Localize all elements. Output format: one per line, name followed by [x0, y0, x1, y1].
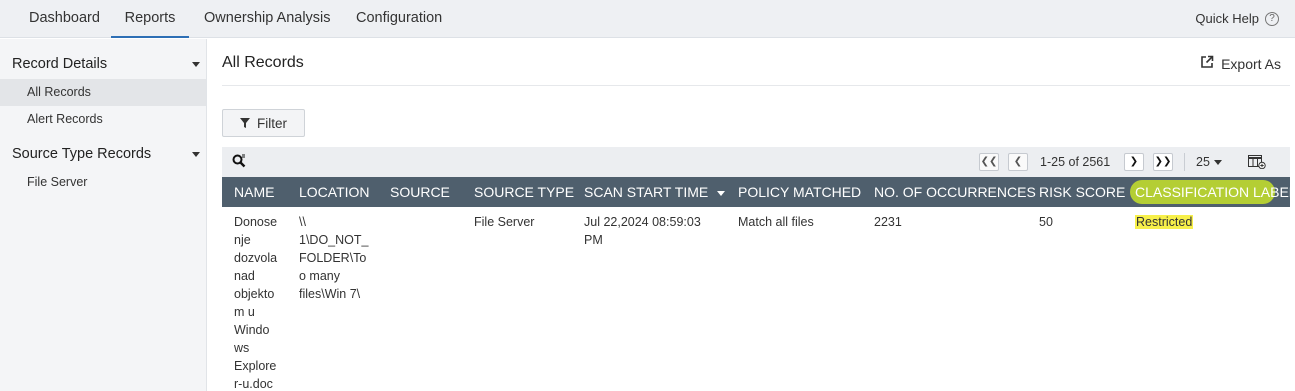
sidebar-section-title: Source Type Records [12, 146, 152, 162]
cell-policy-matched: Match all files [738, 215, 814, 229]
cell-name-line: objekto [234, 287, 275, 301]
cell-name-line: dozvola [234, 251, 278, 265]
cell-name[interactable]: Donose nje dozvola nad objekto m u Windo… [234, 213, 284, 391]
filter-button[interactable]: Filter [222, 109, 305, 137]
page-size-value: 25 [1196, 155, 1210, 169]
next-page-icon[interactable]: ❯ [1124, 153, 1144, 171]
column-header-policy-matched[interactable]: POLICY MATCHED [738, 177, 861, 207]
column-chooser-icon[interactable] [1248, 155, 1266, 172]
sidebar-item-alert-records[interactable]: Alert Records [0, 106, 206, 133]
export-icon [1200, 55, 1214, 72]
cell-risk-score: 50 [1039, 215, 1053, 229]
cell-location-line: o many [299, 269, 340, 283]
sidebar-section-record-details[interactable]: Record Details [12, 56, 200, 72]
quick-help-link[interactable]: Quick Help ? [1195, 11, 1279, 26]
cell-scan-start-time: Jul 22,2024 08:59:03 PM [584, 213, 724, 249]
cell-location-line: \\ [299, 215, 306, 229]
column-header-scan-start-time[interactable]: SCAN START TIME [584, 177, 726, 207]
sort-desc-icon [717, 190, 726, 196]
help-icon: ? [1265, 11, 1279, 26]
cell-time-line: PM [584, 233, 603, 247]
title-divider [222, 85, 1290, 86]
cell-location-line: files\Win 7\ [299, 287, 361, 301]
sidebar-section-source-type-records[interactable]: Source Type Records [12, 146, 200, 162]
page-size-select[interactable]: 25 [1196, 155, 1222, 169]
export-label: Export As [1221, 55, 1281, 72]
cell-occurrences: 2231 [874, 215, 902, 229]
cell-source-type: File Server [474, 215, 535, 229]
prev-page-icon[interactable]: ❮ [1008, 153, 1028, 171]
column-header-source[interactable]: SOURCE [390, 177, 450, 207]
caret-down-icon [192, 62, 200, 67]
cell-name-line: nad [234, 269, 255, 283]
quick-help-label: Quick Help [1195, 11, 1259, 26]
column-header-classification-label[interactable]: CLASSIFICATION LABEL [1135, 177, 1290, 207]
cell-location-line: FOLDER\To [299, 251, 367, 265]
table-toolbar: ❮❮ ❮ 1-25 of 2561 ❯ ❯❯ 25 [222, 147, 1290, 177]
top-nav: Dashboard Reports Ownership Analysis Con… [0, 0, 1295, 38]
last-page-icon[interactable]: ❯❯ [1153, 153, 1173, 171]
search-icon[interactable] [232, 154, 246, 171]
cell-name-line: Windo [234, 323, 270, 337]
pagination-divider [1184, 153, 1185, 171]
export-as-button[interactable]: Export As [1200, 55, 1281, 72]
cell-location-line: 1\DO_NOT_ [299, 233, 369, 247]
cell-name-line: m u [234, 305, 255, 319]
tab-configuration[interactable]: Configuration [356, 0, 442, 38]
pagination-range: 1-25 of 2561 [1040, 155, 1111, 169]
cell-name-line: r-u.doc [234, 377, 273, 391]
tab-ownership-analysis[interactable]: Ownership Analysis [204, 0, 331, 38]
tab-reports[interactable]: Reports [111, 0, 189, 38]
cell-time-line: Jul 22,2024 08:59:03 [584, 215, 701, 229]
sidebar-item-all-records[interactable]: All Records [0, 79, 206, 106]
cell-classification-label: Restricted [1135, 213, 1194, 231]
filter-label: Filter [257, 115, 287, 131]
caret-down-icon [192, 152, 200, 157]
column-header-name[interactable]: NAME [234, 177, 274, 207]
first-page-icon[interactable]: ❮❮ [979, 153, 999, 171]
cell-name-line: Explore [234, 359, 277, 373]
column-header-location[interactable]: LOCATION [299, 177, 370, 207]
tab-dashboard[interactable]: Dashboard [29, 0, 100, 38]
classification-label-value: Restricted [1135, 215, 1194, 229]
sidebar-section-title: Record Details [12, 56, 108, 72]
column-header-risk-score[interactable]: RISK SCORE [1039, 177, 1125, 207]
column-header-label: SCAN START TIME [584, 184, 709, 200]
sidebar: Record Details All Records Alert Records… [0, 39, 207, 391]
table-header: NAME LOCATION SOURCE SOURCE TYPE SCAN ST… [222, 177, 1290, 207]
chevron-down-icon [1213, 160, 1222, 166]
filter-icon [240, 116, 250, 131]
column-header-occurrences[interactable]: NO. OF OCCURRENCES [874, 177, 1036, 207]
cell-name-line: ws [234, 341, 250, 355]
sidebar-item-file-server[interactable]: File Server [0, 169, 206, 196]
cell-name-line: nje [234, 233, 251, 247]
cell-location: \\ 1\DO_NOT_ FOLDER\To o many files\Win … [299, 213, 379, 303]
column-header-source-type[interactable]: SOURCE TYPE [474, 177, 574, 207]
cell-name-line: Donose [234, 215, 278, 229]
page-title: All Records [222, 54, 304, 71]
